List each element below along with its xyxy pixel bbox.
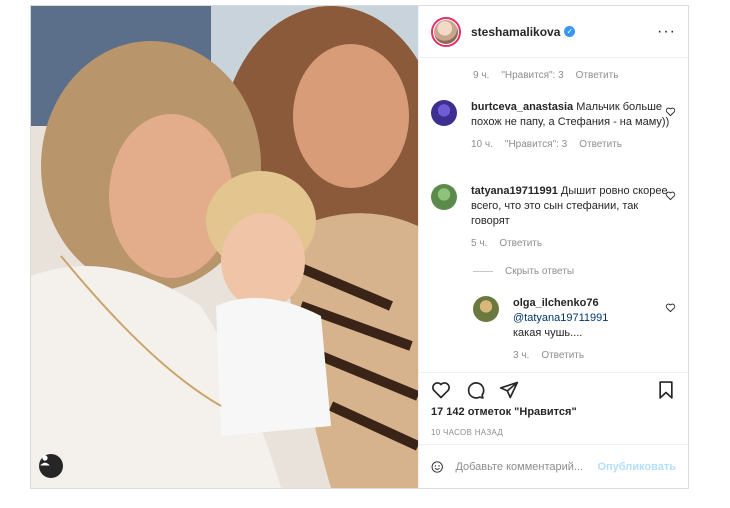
heart-icon[interactable] <box>665 190 676 201</box>
commenter-username[interactable]: olga_ilchenko76 <box>513 297 599 309</box>
reply-body: olga_ilchenko76 @tatyana19711991 какая ч… <box>513 296 676 363</box>
reply-button[interactable]: Ответить <box>499 236 542 251</box>
comments-section: 9 ч. "Нравится": 3 Ответить burtceva_ana… <box>419 58 688 372</box>
comment-time: 3 ч. <box>513 350 530 361</box>
commenter-username[interactable]: tatyana19711991 <box>471 185 558 197</box>
comment-meta: 10 ч. "Нравится": 3 Ответить <box>471 137 676 152</box>
commenter-avatar[interactable] <box>473 296 499 322</box>
comment-likes[interactable]: "Нравится": 3 <box>505 137 567 152</box>
hide-replies-button[interactable]: Скрыть ответы <box>473 266 574 277</box>
publish-button[interactable]: Опубликовать <box>597 461 676 473</box>
more-icon[interactable]: ··· <box>657 23 676 40</box>
author-avatar[interactable] <box>431 16 461 47</box>
commenter-avatar[interactable] <box>431 184 457 210</box>
heart-icon[interactable] <box>665 302 676 313</box>
emoji-icon[interactable] <box>431 457 443 477</box>
comment-meta: 9 ч. "Нравится": 3 Ответить <box>473 70 618 81</box>
hide-replies-label: Скрыть ответы <box>505 266 575 277</box>
comment-meta: 5 ч. Ответить <box>471 236 676 251</box>
comment-meta: 3 ч. Ответить <box>513 348 676 363</box>
comment-time: 10 ч. <box>471 139 493 150</box>
post-actions <box>419 372 688 406</box>
comment-body: burtceva_anastasia Мальчик больше похож … <box>471 100 676 152</box>
heart-icon[interactable] <box>431 380 451 400</box>
post-photo[interactable] <box>31 6 418 488</box>
photo-illustration <box>31 6 418 488</box>
verified-icon: ✓ <box>564 26 576 37</box>
heart-icon[interactable] <box>665 106 676 117</box>
comment-icon[interactable] <box>465 380 485 400</box>
commenter-avatar[interactable] <box>431 100 457 126</box>
reply-item: olga_ilchenko76 @tatyana19711991 какая ч… <box>473 296 676 363</box>
comment-time: 5 ч. <box>471 238 488 249</box>
comment-item: burtceva_anastasia Мальчик больше похож … <box>431 100 676 152</box>
bookmark-icon[interactable] <box>656 380 676 400</box>
post-time[interactable]: 10 ЧАСОВ НАЗАД <box>419 422 688 444</box>
likes-count[interactable]: 17 142 отметок "Нравится" <box>419 406 688 422</box>
comment-input[interactable] <box>455 460 598 473</box>
comment-body: tatyana19711991 Дышит ровно скорее всего… <box>471 184 676 251</box>
reply-button[interactable]: Ответить <box>579 137 622 152</box>
add-comment-bar: Опубликовать <box>419 444 688 488</box>
instagram-post: steshamalikova ✓ ··· 9 ч. "Нравится": 3 … <box>30 5 689 489</box>
reply-button[interactable]: Ответить <box>541 348 584 363</box>
comment-item: tatyana19711991 Дышит ровно скорее всего… <box>431 184 676 251</box>
mention-link[interactable]: @tatyana19711991 <box>513 312 608 324</box>
comment-time: 9 ч. <box>473 70 490 81</box>
comment-likes[interactable]: "Нравится": 3 <box>501 70 563 81</box>
author-username[interactable]: steshamalikova <box>471 25 560 39</box>
commenter-username[interactable]: burtceva_anastasia <box>471 101 573 113</box>
post-sidebar: steshamalikova ✓ ··· 9 ч. "Нравится": 3 … <box>418 6 688 488</box>
share-icon[interactable] <box>499 380 519 400</box>
reply-button[interactable]: Ответить <box>576 70 619 81</box>
post-header: steshamalikova ✓ ··· <box>419 6 688 58</box>
comment-text: какая чушь.... <box>513 327 583 339</box>
user-tag-icon <box>40 455 50 466</box>
user-tag-button[interactable] <box>39 454 63 478</box>
